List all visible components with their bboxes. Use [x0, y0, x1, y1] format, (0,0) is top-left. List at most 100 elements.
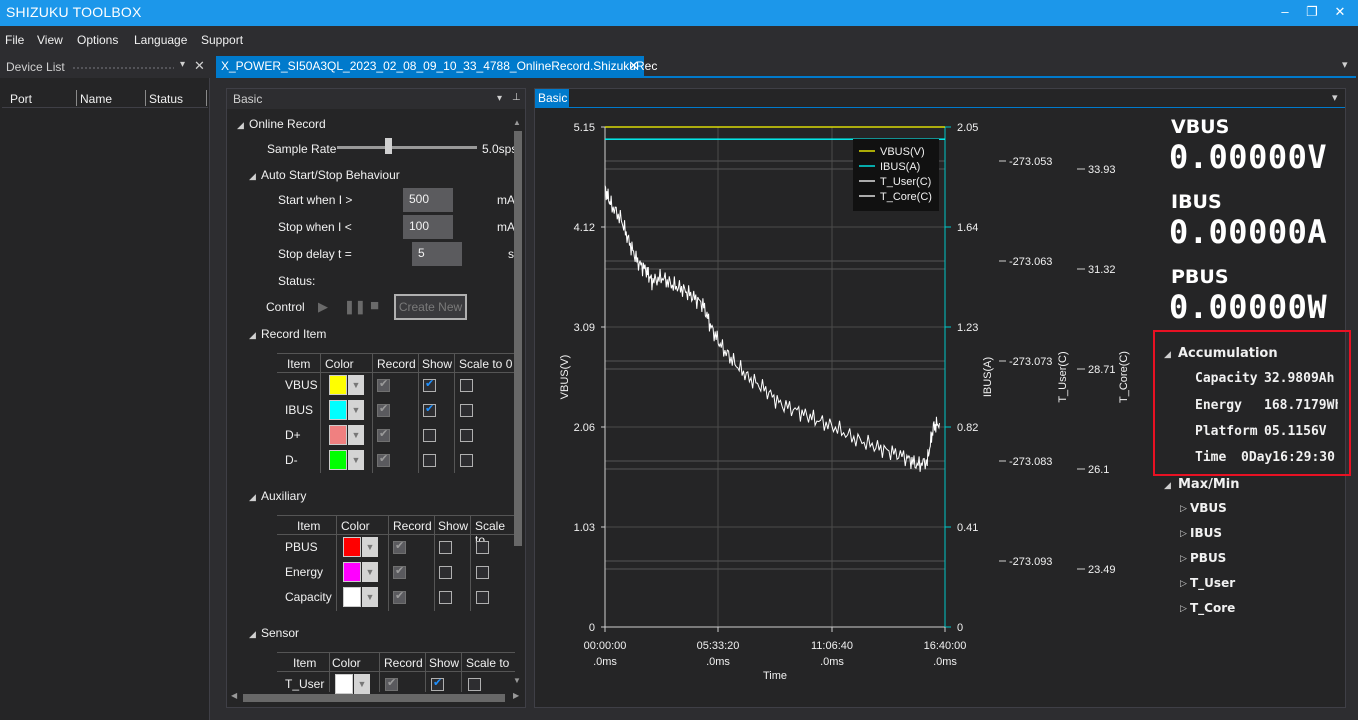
chevron-down-icon[interactable]: ▼ — [348, 450, 364, 470]
grid-divider — [434, 515, 435, 611]
collapse-icon[interactable]: ◢ — [1164, 480, 1171, 491]
section-maxmin[interactable]: Max/Min — [1178, 477, 1240, 492]
collapse-icon[interactable]: ◢ — [249, 330, 256, 341]
pause-icon[interactable]: ❚❚ — [344, 299, 366, 315]
record-scale-checkbox[interactable] — [460, 429, 473, 442]
sensor-scale-checkbox[interactable] — [468, 678, 481, 691]
record-show-checkbox[interactable]: ✔ — [423, 378, 436, 392]
section-auxiliary[interactable]: Auxiliary — [261, 489, 306, 503]
pin-icon[interactable]: ⊥ — [512, 92, 521, 103]
collapse-icon[interactable]: ◢ — [237, 120, 244, 131]
expand-icon[interactable]: ▷ — [1180, 503, 1187, 514]
record-scale-checkbox[interactable] — [460, 404, 473, 417]
sample-rate-thumb[interactable] — [385, 138, 392, 154]
sample-rate-track[interactable] — [337, 146, 477, 149]
column-name[interactable]: Name — [80, 92, 112, 106]
record-record-checkbox[interactable]: ✔ — [377, 403, 390, 417]
start-label: Start when I > — [278, 193, 353, 207]
chevron-down-icon[interactable]: ▼ — [362, 587, 378, 607]
record-show-checkbox[interactable] — [423, 454, 436, 467]
collapse-icon[interactable]: ◢ — [249, 492, 256, 503]
menu-file[interactable]: File — [5, 33, 24, 47]
section-sensor[interactable]: Sensor — [261, 626, 299, 640]
aux-show-checkbox[interactable] — [439, 566, 452, 579]
aux-scale-checkbox[interactable] — [476, 591, 489, 604]
drag-grip[interactable] — [72, 66, 174, 70]
record-color-swatch[interactable] — [329, 375, 347, 395]
expand-icon[interactable]: ▷ — [1180, 578, 1187, 589]
section-online-record[interactable]: Online Record — [249, 117, 326, 131]
section-record-item[interactable]: Record Item — [261, 327, 326, 341]
record-color-swatch[interactable] — [329, 450, 347, 470]
line-chart[interactable]: 5.15 4.12 3.09 2.06 1.03 0 2.05 1.64 1.23 0.82 0.4… — [535, 109, 1145, 689]
menu-support[interactable]: Support — [201, 33, 243, 47]
collapse-icon[interactable]: ◢ — [249, 629, 256, 640]
section-auto-start-stop[interactable]: Auto Start/Stop Behaviour — [261, 168, 400, 182]
record-record-checkbox[interactable]: ✔ — [377, 428, 390, 442]
restore-button[interactable]: ❐ — [1302, 3, 1322, 21]
column-port[interactable]: Port — [10, 92, 32, 106]
close-tab-icon[interactable]: ✕ — [628, 58, 639, 74]
document-tab[interactable]: X_POWER_SI50A3QL_2023_02_08_09_10_33_478… — [216, 56, 657, 76]
aux-show-checkbox[interactable] — [439, 591, 452, 604]
aux-scale-checkbox[interactable] — [476, 566, 489, 579]
menu-view[interactable]: View — [37, 33, 63, 47]
tab-basic[interactable]: Basic — [535, 89, 569, 107]
maxmin-item-ibus[interactable]: IBUS — [1190, 526, 1222, 540]
maxmin-item-t_user[interactable]: T_User — [1190, 576, 1235, 590]
collapse-icon[interactable]: ◢ — [249, 171, 256, 182]
menu-options[interactable]: Options — [77, 33, 118, 47]
record-scale-checkbox[interactable] — [460, 454, 473, 467]
record-record-checkbox[interactable]: ✔ — [377, 378, 390, 392]
tab-menu-icon[interactable]: ▾ — [1342, 58, 1348, 71]
collapse-icon[interactable]: ◢ — [1164, 349, 1171, 360]
record-show-checkbox[interactable] — [423, 429, 436, 442]
record-color-swatch[interactable] — [329, 400, 347, 420]
chevron-down-icon[interactable]: ▼ — [362, 537, 378, 557]
sensor-record-checkbox[interactable]: ✔ — [385, 677, 398, 691]
record-record-checkbox[interactable]: ✔ — [377, 453, 390, 467]
close-button[interactable]: ✕ — [1330, 3, 1350, 21]
chevron-down-icon[interactable]: ▼ — [348, 425, 364, 445]
expand-icon[interactable]: ▷ — [1180, 528, 1187, 539]
dropdown-icon[interactable]: ▾ — [497, 93, 502, 104]
stop-icon[interactable]: ■ — [370, 297, 379, 314]
chevron-down-icon[interactable]: ▼ — [362, 562, 378, 582]
play-icon[interactable]: ▶ — [318, 299, 328, 315]
chevron-down-icon[interactable]: ▼ — [348, 400, 364, 420]
maxmin-item-pbus[interactable]: PBUS — [1190, 551, 1226, 565]
aux-record-checkbox[interactable]: ✔ — [393, 590, 406, 604]
chart-menu-icon[interactable]: ▾ — [1332, 91, 1338, 104]
menu-language[interactable]: Language — [134, 33, 187, 47]
aux-record-checkbox[interactable]: ✔ — [393, 565, 406, 579]
maxmin-item-vbus[interactable]: VBUS — [1190, 501, 1227, 515]
record-show-checkbox[interactable]: ✔ — [423, 403, 436, 417]
maxmin-item-t_core[interactable]: T_Core — [1190, 601, 1235, 615]
column-divider[interactable] — [206, 90, 207, 106]
aux-record-checkbox[interactable]: ✔ — [393, 540, 406, 554]
aux-color-swatch[interactable] — [343, 562, 361, 582]
expand-icon[interactable]: ▷ — [1180, 553, 1187, 564]
pin-icon[interactable]: ▾ — [180, 59, 185, 70]
section-accumulation[interactable]: Accumulation — [1178, 346, 1278, 361]
aux-color-swatch[interactable] — [343, 537, 361, 557]
create-new-button[interactable]: Create New — [394, 294, 467, 320]
stop-threshold-input[interactable]: 100 — [403, 215, 453, 239]
vertical-scrollbar[interactable]: ▲ ▼ — [513, 118, 523, 685]
sensor-show-checkbox[interactable]: ✔ — [431, 677, 444, 691]
column-divider[interactable] — [145, 90, 146, 106]
aux-color-swatch[interactable] — [343, 587, 361, 607]
record-scale-checkbox[interactable] — [460, 379, 473, 392]
column-divider[interactable] — [76, 90, 77, 106]
aux-scale-checkbox[interactable] — [476, 541, 489, 554]
close-icon[interactable]: ✕ — [194, 58, 205, 74]
aux-show-checkbox[interactable] — [439, 541, 452, 554]
start-threshold-input[interactable]: 500 — [403, 188, 453, 212]
chevron-down-icon[interactable]: ▼ — [348, 375, 364, 395]
expand-icon[interactable]: ▷ — [1180, 603, 1187, 614]
column-status[interactable]: Status — [149, 92, 183, 106]
minimize-button[interactable]: – — [1275, 3, 1295, 21]
horizontal-scrollbar[interactable]: ◀ ▶ — [231, 691, 523, 705]
record-color-swatch[interactable] — [329, 425, 347, 445]
stop-delay-input[interactable]: 5 — [412, 242, 462, 266]
